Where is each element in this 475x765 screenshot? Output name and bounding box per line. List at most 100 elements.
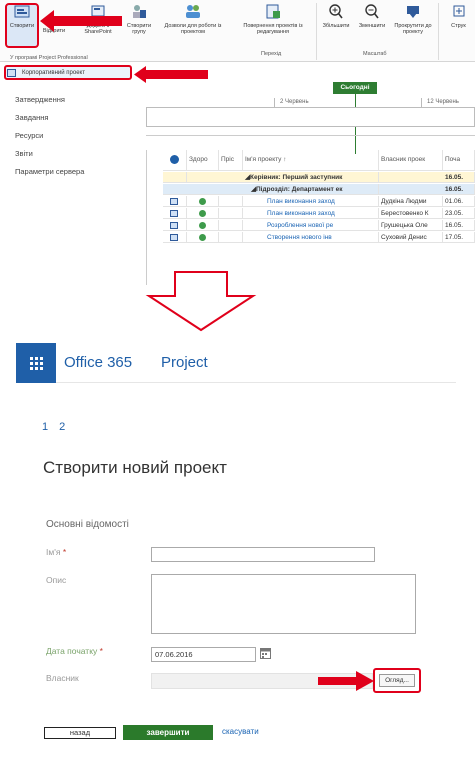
create-project-icon: [14, 5, 30, 18]
section-title: Основні відомості: [46, 519, 129, 530]
scroll-to-label: Прокрутити до проекту: [394, 23, 432, 35]
ribbon-separator: [438, 3, 439, 60]
zoom-out-label: Зменшити: [358, 23, 386, 29]
zoom-out-icon: [365, 4, 379, 19]
divider: [146, 135, 475, 136]
group-label-scale: Масштаб: [363, 51, 387, 57]
enterprise-project-label: Корпоративний проект: [22, 70, 85, 76]
checkin-button[interactable]: Повернення проектів із редагування: [234, 4, 312, 35]
wizard-steps: 1 2: [42, 421, 70, 433]
column-header-health[interactable]: Здоро: [187, 150, 219, 170]
info-icon: [170, 155, 179, 164]
description-label: Опис: [46, 575, 67, 585]
highlight-arrow-icon: [318, 671, 374, 691]
project-name-link[interactable]: План виконання заход: [243, 196, 379, 207]
zoom-out-button[interactable]: Зменшити: [355, 4, 389, 29]
owner-label: Власник: [46, 673, 79, 683]
group-label-navigate: Перехід: [261, 51, 282, 57]
table-row[interactable]: ◢Керівник: Перший заступник 16.05.: [163, 172, 475, 183]
info-column-header[interactable]: [163, 150, 187, 170]
back-button[interactable]: назад: [44, 727, 116, 739]
project-owner: Грушецька Оле: [379, 220, 443, 231]
structure-button[interactable]: Струк: [442, 4, 475, 29]
project-icon: [170, 234, 178, 241]
app-title[interactable]: Project: [161, 354, 208, 371]
nav-item-reports[interactable]: Звіти: [15, 149, 33, 158]
browse-button-highlight[interactable]: Огляд...: [373, 668, 421, 693]
project-name-link[interactable]: Розроблення нової ре: [243, 220, 379, 231]
timeline-date: 2 Червень: [280, 99, 309, 105]
scroll-to-icon: [407, 6, 419, 18]
subgroup-name: ◢Підрозділ: Департамент ек: [243, 184, 379, 195]
highlight-arrow-icon: [134, 66, 208, 83]
project-owner: Берестовенко К: [379, 208, 443, 219]
page-title: Створити новий проект: [43, 458, 227, 477]
permissions-button[interactable]: Дозволи для роботи із проектом: [157, 4, 229, 35]
table-row[interactable]: План виконання заход Берестовенко К 23.0…: [163, 208, 475, 219]
brand-title[interactable]: Office 365: [64, 354, 132, 371]
divider: [146, 150, 147, 285]
structure-label: Струк: [451, 23, 466, 29]
table-row[interactable]: План виконання заход Дудкіна Людми 01.06…: [163, 196, 475, 207]
scroll-to-project-button[interactable]: Прокрутити до проекту: [390, 4, 436, 35]
ribbon-separator: [316, 3, 317, 60]
group-icon: [133, 5, 146, 18]
project-icon: [170, 222, 178, 229]
highlight-arrow-icon: [40, 10, 122, 32]
column-header-owner[interactable]: Власник проек: [379, 150, 443, 170]
column-header-start[interactable]: Поча: [443, 150, 475, 170]
project-name-link[interactable]: Створення нового інв: [243, 232, 379, 243]
menu-item-enterprise-project[interactable]: Корпоративний проект: [4, 65, 132, 80]
create-group-button[interactable]: Створити групу: [122, 4, 156, 35]
browse-button[interactable]: Огляд...: [379, 674, 415, 687]
zoom-in-icon: [329, 4, 343, 19]
project-owner: Дудкіна Людми: [379, 196, 443, 207]
create-group-label: Створити групу: [126, 23, 152, 35]
column-header-priority[interactable]: Пріс: [219, 150, 243, 170]
create-button-label: Створити: [9, 23, 35, 29]
nav-item-approvals[interactable]: Затвердження: [15, 95, 65, 104]
column-header-project-name[interactable]: Ім'я проекту ↑: [243, 150, 379, 170]
timeline-tick: [421, 98, 422, 107]
start-date-label: Дата початку *: [46, 646, 103, 656]
permissions-icon: [186, 5, 200, 18]
description-field[interactable]: [151, 574, 416, 634]
table-row[interactable]: Створення нового інв Суховий Денис 17.05…: [163, 232, 475, 243]
nav-item-tasks[interactable]: Завдання: [15, 113, 49, 122]
start-date: 16.05.: [443, 220, 475, 231]
project-owner: Суховий Денис: [379, 232, 443, 243]
name-field[interactable]: [151, 547, 375, 562]
start-date: 17.05.: [443, 232, 475, 243]
nav-item-resources[interactable]: Ресурси: [15, 131, 43, 140]
finish-button[interactable]: завершити: [123, 725, 213, 740]
create-button[interactable]: Створити: [6, 4, 38, 29]
today-marker: Сьогодні: [333, 82, 377, 94]
start-date: 16.05.: [443, 172, 475, 183]
start-date: 01.06.: [443, 196, 475, 207]
project-icon: [170, 210, 178, 217]
timeline-bar[interactable]: [146, 107, 475, 127]
health-green-icon: [199, 210, 206, 217]
app-launcher-icon[interactable]: [16, 343, 56, 383]
health-green-icon: [199, 222, 206, 229]
project-icon: [170, 198, 178, 205]
zoom-in-label: Збільшити: [322, 23, 350, 29]
start-date: 23.05.: [443, 208, 475, 219]
group-name: ◢Керівник: Перший заступник: [243, 172, 379, 183]
table-row[interactable]: Розроблення нової ре Грушецька Оле 16.05…: [163, 220, 475, 231]
checkin-label: Повернення проектів із редагування: [243, 23, 303, 35]
calendar-icon[interactable]: [260, 648, 271, 659]
nav-item-server-settings[interactable]: Параметри сервера: [15, 167, 84, 176]
start-date: 16.05.: [443, 184, 475, 195]
table-row[interactable]: ◢Підрозділ: Департамент ек 16.05.: [163, 184, 475, 195]
name-label: Ім'я *: [46, 547, 67, 557]
grid-header-row: Здоро Пріс Ім'я проекту ↑ Власник проек …: [163, 150, 475, 171]
start-date-field[interactable]: [151, 647, 256, 662]
cancel-link[interactable]: скасувати: [222, 727, 259, 736]
down-arrow-icon: [145, 271, 257, 332]
health-green-icon: [199, 234, 206, 241]
permissions-label: Дозволи для роботи із проектом: [164, 23, 222, 35]
zoom-in-button[interactable]: Збільшити: [318, 4, 354, 29]
checkin-icon: [266, 4, 280, 19]
project-name-link[interactable]: План виконання заход: [243, 208, 379, 219]
